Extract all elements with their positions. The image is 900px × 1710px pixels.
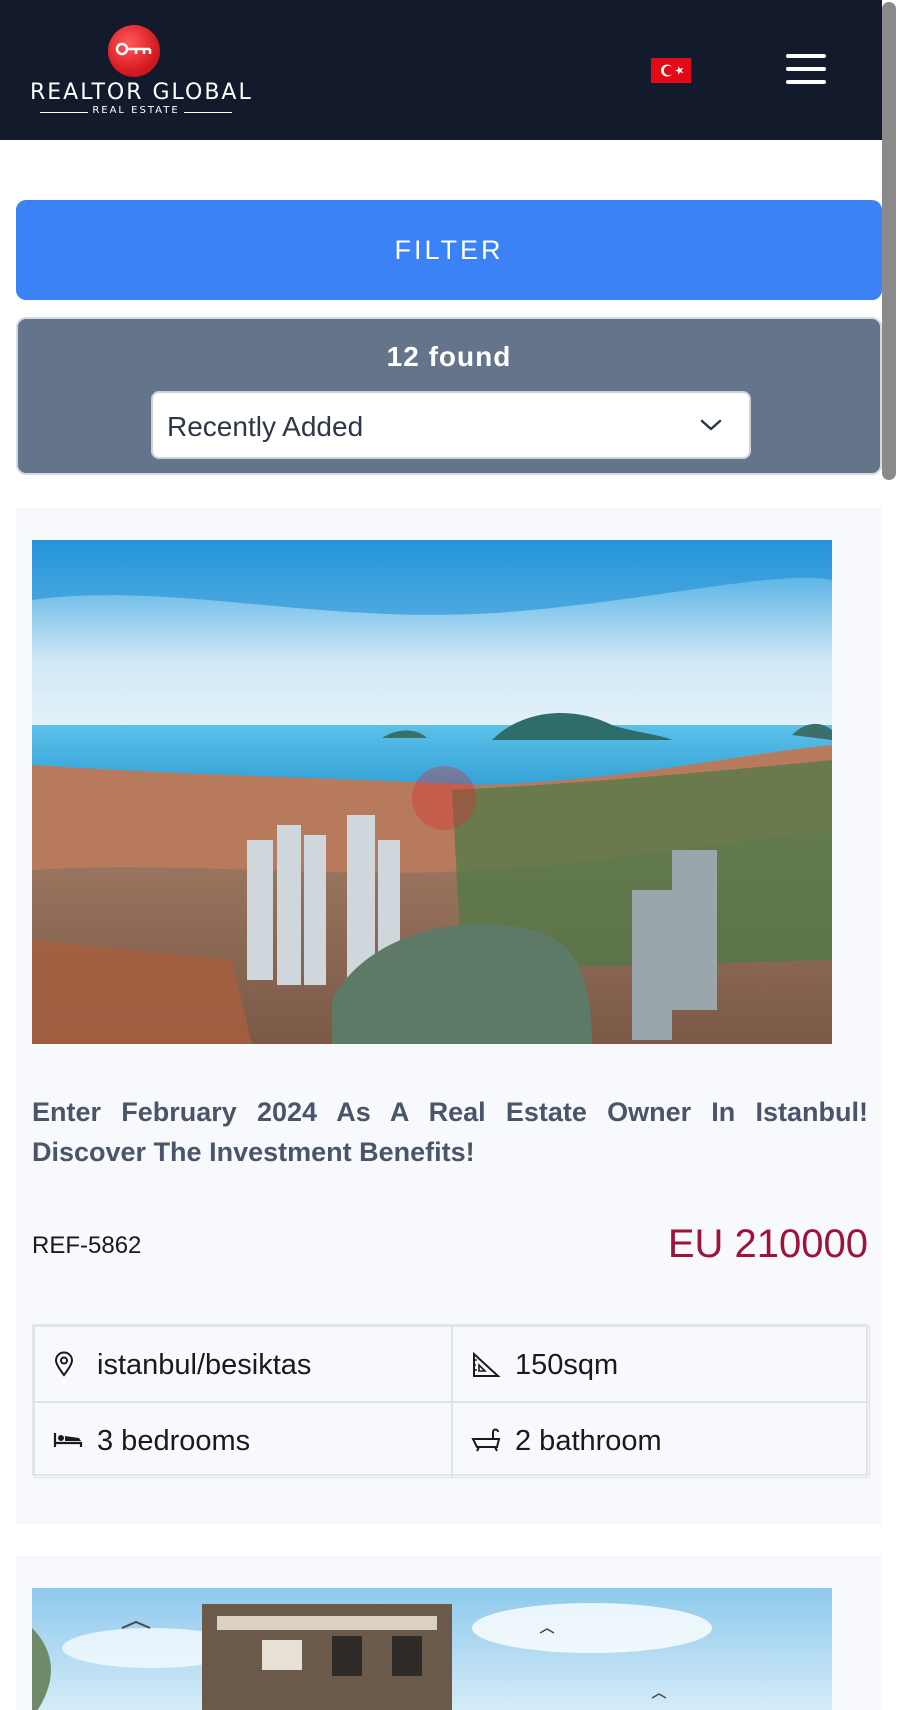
bed-icon <box>53 1427 83 1456</box>
menu-bar <box>786 67 826 71</box>
feature-bedrooms: 3 bedrooms <box>34 1402 452 1478</box>
listing-price: EU 210000 <box>667 1222 868 1266</box>
listing-ref: REF-5862 <box>32 1232 142 1259</box>
sort-select[interactable]: Recently Added <box>151 391 751 459</box>
map-pin-icon <box>53 1351 75 1382</box>
listing-title[interactable]: Enter February 2024 As A Real Estate Own… <box>32 1092 868 1172</box>
listing-photo[interactable] <box>32 1588 832 1710</box>
bathtub-icon <box>471 1427 501 1458</box>
brand-subtitle: REAL ESTATE <box>30 105 242 116</box>
key-logo-icon <box>108 25 160 77</box>
sort-selected-value: Recently Added <box>167 411 364 442</box>
area-text: 150sqm <box>515 1349 619 1381</box>
watermark-logo-icon <box>412 766 476 830</box>
hamburger-menu-icon[interactable] <box>786 54 828 86</box>
bathrooms-text: 2 bathroom <box>515 1425 662 1457</box>
results-count: 12 found <box>386 341 512 372</box>
menu-bar <box>786 54 826 58</box>
listing-card[interactable]: Enter February 2024 As A Real Estate Own… <box>16 508 884 1524</box>
feature-bathrooms: 2 bathroom <box>452 1402 870 1478</box>
filter-button[interactable]: FILTER <box>16 200 882 300</box>
listing-card[interactable] <box>16 1556 884 1710</box>
bedrooms-text: 3 bedrooms <box>97 1425 251 1457</box>
turkey-flag-icon[interactable] <box>651 58 691 83</box>
scrollbar-thumb[interactable] <box>882 2 896 480</box>
menu-bar <box>786 80 826 84</box>
top-header: REALTOR GLOBAL REAL ESTATE <box>0 0 900 140</box>
page: REALTOR GLOBAL REAL ESTATE FILTER 12 fou… <box>0 0 900 1710</box>
chevron-down-icon <box>699 417 723 438</box>
triangle-ruler-icon <box>471 1351 501 1384</box>
listing-photo[interactable] <box>32 540 832 1044</box>
feature-grid: istanbul/besiktas 150sqm 3 bedrooms 2 ba… <box>32 1324 870 1478</box>
feature-area: 150sqm <box>452 1326 870 1402</box>
brand-logo[interactable]: REALTOR GLOBAL REAL ESTATE <box>30 22 253 118</box>
brand-title: REALTOR GLOBAL <box>30 80 253 105</box>
feature-location: istanbul/besiktas <box>34 1326 452 1402</box>
results-panel: 12 found Recently Added <box>16 317 882 475</box>
location-text: istanbul/besiktas <box>97 1349 312 1381</box>
